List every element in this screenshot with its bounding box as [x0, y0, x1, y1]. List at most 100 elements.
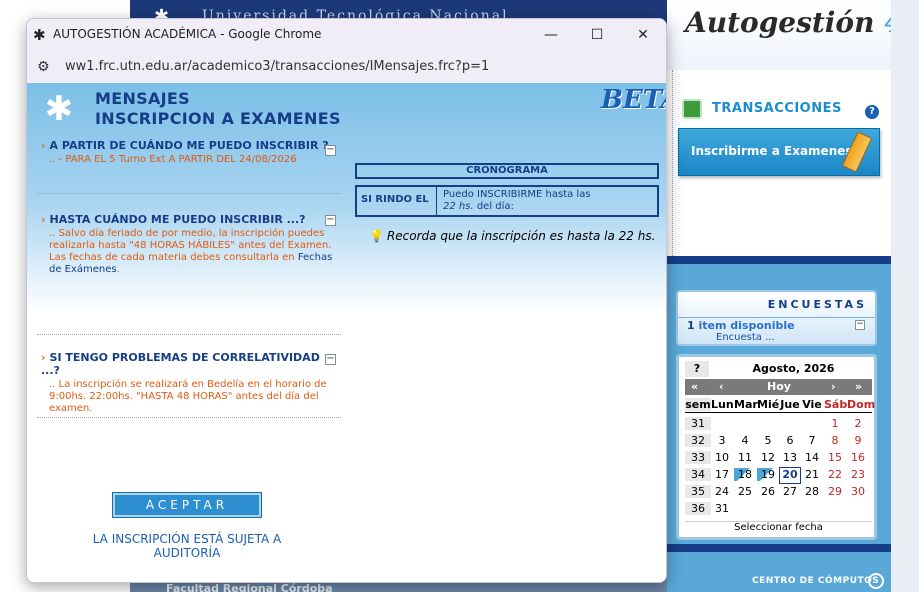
calendar-day[interactable]: 7 [801, 434, 823, 447]
calendar-day[interactable]: 10 [711, 451, 733, 464]
calendar-day[interactable]: 30 [847, 485, 869, 498]
help-icon[interactable]: ? [865, 105, 879, 119]
calendar-day[interactable]: 27 [779, 485, 801, 498]
calendar-day[interactable]: 8 [824, 434, 846, 447]
divider-bar [667, 544, 891, 552]
faq-section: › HASTA CUÁNDO ME PUEDO INSCRIBIR ...? ..… [37, 213, 341, 276]
week-number: 35 [685, 485, 711, 498]
calendar-nav: « ‹ Hoy › » [685, 379, 872, 395]
weekday-label: Mié [757, 398, 780, 411]
calendar-day[interactable]: 23 [847, 468, 869, 481]
minimize-button[interactable]: — [528, 19, 574, 51]
prev-month-button[interactable]: ‹ [719, 380, 724, 393]
calendar-day[interactable]: 22 [824, 468, 846, 481]
calendar-day[interactable]: 14 [801, 451, 823, 464]
next-month-button[interactable]: › [831, 380, 836, 393]
power-icon[interactable] [868, 573, 884, 589]
faq-title: › SI TENGO PROBLEMAS DE CORRELATIVIDAD ..… [41, 351, 320, 377]
calendar-day[interactable]: 25 [734, 485, 756, 498]
calendar-help-button[interactable]: ? [685, 361, 709, 377]
collapse-icon[interactable]: − [325, 354, 336, 365]
weekday-label: Dom [847, 398, 876, 411]
faq-section: › A PARTIR DE CUÁNDO ME PUEDO INSCRIBIR ?… [37, 139, 341, 166]
site-info-icon[interactable]: ⚙ [37, 59, 53, 75]
page-subtitle: INSCRIPCION A EXAMENES [95, 109, 341, 128]
calendar-day[interactable]: 2 [847, 417, 869, 430]
cronograma-col2: Puedo INSCRIBIRME hasta las 22 hs. del d… [443, 189, 591, 212]
lightbulb-icon: 💡 [369, 229, 384, 243]
inscribirme-examenes-button[interactable]: Inscribirme a Examenes [678, 128, 880, 176]
calendar: ? Agosto, 2026 « ‹ Hoy › » sem Lun Mar M… [676, 354, 877, 540]
calendar-day[interactable]: 13 [779, 451, 801, 464]
close-button[interactable]: ✕ [620, 19, 666, 51]
inscribirme-label: Inscribirme a Examenes [691, 144, 853, 158]
faq-answer: .. - PARA EL 5 Turno Ext A PARTIR DEL 24… [49, 154, 297, 165]
cronograma-col1: SI RINDO EL [357, 187, 437, 215]
url-field[interactable]: ww1.frc.utn.edu.ar/academico3/transaccio… [65, 59, 489, 74]
faq-title: › HASTA CUÁNDO ME PUEDO INSCRIBIR ...? [41, 213, 306, 226]
calendar-day[interactable]: 5 [757, 434, 779, 447]
encuestas-count: 1 item disponible [687, 319, 795, 332]
arrow-icon: › [41, 139, 46, 152]
page-title: MENSAJES [95, 89, 190, 108]
page-scroll-area [891, 0, 919, 592]
autogestion-logo: Autogestión 4 [685, 6, 904, 39]
calendar-footer: Seleccionar fecha [685, 521, 872, 535]
week-number: 31 [685, 417, 711, 430]
calendar-day[interactable]: 4 [734, 434, 756, 447]
weekday-label: Vie [802, 398, 822, 411]
week-number: 34 [685, 468, 711, 481]
calendar-week-row: 31 1 2 [685, 416, 872, 433]
next-year-button[interactable]: » [855, 380, 862, 393]
week-number: 32 [685, 434, 711, 447]
calendar-day[interactable]: 28 [801, 485, 823, 498]
calendar-day[interactable]: 17 [711, 468, 733, 481]
calendar-day[interactable]: 26 [757, 485, 779, 498]
encuesta-link[interactable]: Encuesta ... [716, 332, 775, 343]
beta-badge: BETA [601, 85, 666, 115]
aceptar-button[interactable]: ACEPTAR [112, 492, 262, 518]
weekday-label: Sáb [824, 398, 848, 411]
calendar-day[interactable]: 29 [824, 485, 846, 498]
encuestas-title: ENCUESTAS [767, 298, 867, 311]
calendar-day[interactable]: 19 [757, 468, 779, 481]
window-titlebar: ✱ AUTOGESTIÓN ACADÉMICA - Google Chrome … [27, 19, 666, 51]
calendar-day[interactable]: 9 [847, 434, 869, 447]
calendar-day[interactable]: 16 [847, 451, 869, 464]
week-number: 33 [685, 451, 711, 464]
address-bar: ⚙ ww1.frc.utn.edu.ar/academico3/transacc… [27, 51, 666, 83]
calendar-week-row: 32 3 4 5 6 7 8 9 [685, 433, 872, 450]
calendar-day[interactable]: 6 [779, 434, 801, 447]
calendar-day[interactable]: 15 [824, 451, 846, 464]
today-button[interactable]: Hoy [767, 380, 791, 393]
calendar-day[interactable]: 31 [711, 502, 733, 515]
transacciones-title: TRANSACCIONES [712, 101, 842, 116]
calendar-month-label: Agosto, 2026 [752, 362, 835, 375]
divider-bar [667, 256, 891, 264]
prev-year-button[interactable]: « [691, 380, 698, 393]
collapse-icon[interactable]: − [325, 215, 336, 226]
audit-note: LA INSCRIPCIÓN ESTÁ SUJETA A AUDITORÍA [92, 532, 282, 560]
page-content: ✱ MENSAJES INSCRIPCION A EXAMENES BETA ›… [27, 83, 666, 582]
calendar-week-row: 35 24 25 26 27 28 29 30 [685, 484, 872, 501]
calendar-day[interactable]: 12 [757, 451, 779, 464]
calendar-day[interactable]: 24 [711, 485, 733, 498]
weekday-label: Jue [780, 398, 800, 411]
collapse-icon[interactable]: − [855, 320, 865, 330]
divider [678, 317, 875, 318]
calendar-day[interactable]: 11 [734, 451, 756, 464]
divider [37, 334, 341, 335]
weekday-label: Mar [734, 398, 758, 411]
calendar-day[interactable]: 21 [801, 468, 823, 481]
calendar-day[interactable]: 3 [711, 434, 733, 447]
divider [37, 193, 341, 194]
faq-answer: .. Salvo día feriado de por medio, la in… [49, 228, 333, 275]
calendar-day[interactable]: 1 [824, 417, 846, 430]
maximize-button[interactable]: ☐ [574, 19, 620, 51]
arrow-icon: › [41, 351, 46, 364]
collapse-icon[interactable]: − [325, 145, 336, 156]
calendar-day[interactable]: 20 [779, 467, 801, 484]
calendar-week-row: 33 10 11 12 13 14 15 16 [685, 450, 872, 467]
calendar-weekday-header: sem Lun Mar Mié Jue Vie Sáb Dom [685, 397, 876, 413]
calendar-day[interactable]: 18 [734, 468, 756, 481]
